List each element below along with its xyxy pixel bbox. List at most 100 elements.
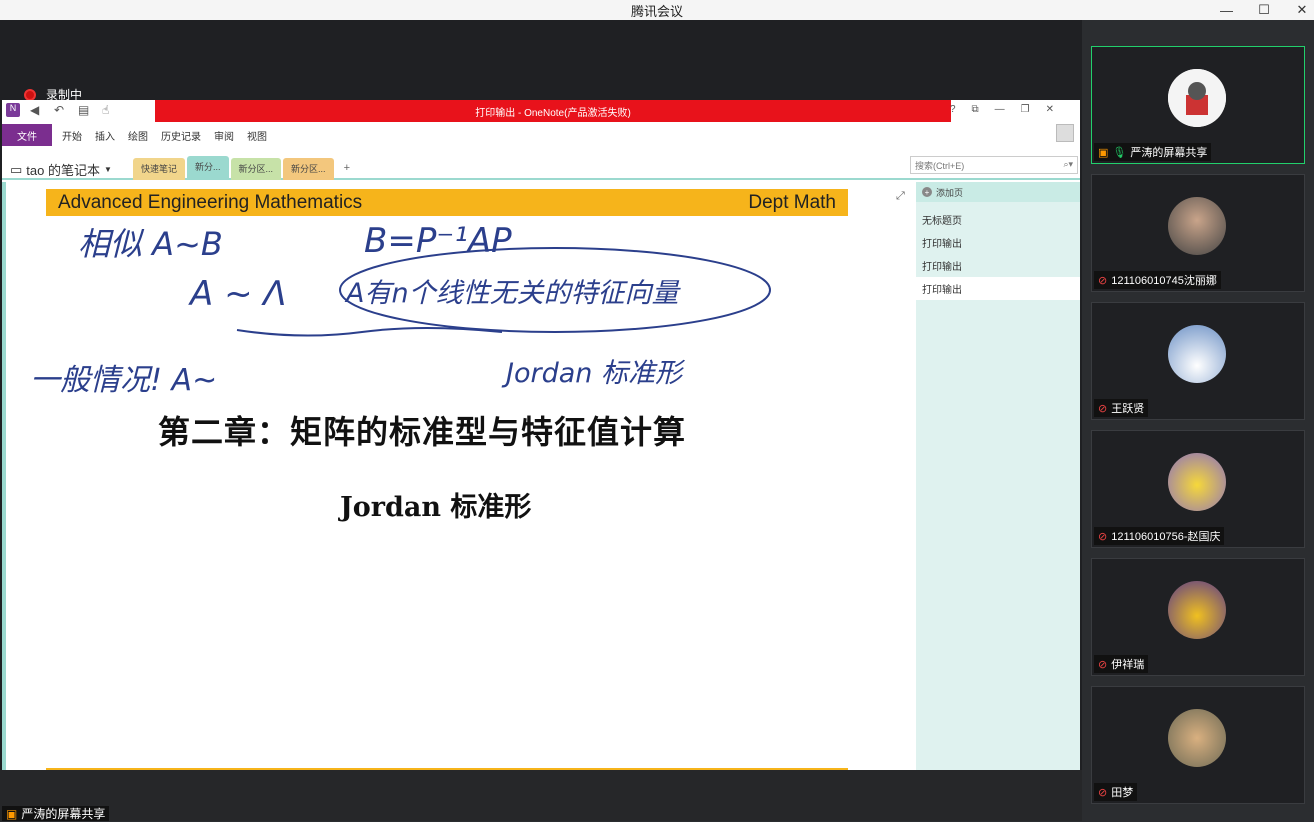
notebook-name: tao 的笔记本 — [26, 163, 100, 178]
mic-muted-icon: ⊘ — [1098, 786, 1108, 799]
page-item[interactable]: 无标题页 — [916, 208, 1080, 231]
tab-file[interactable]: 文件 — [2, 124, 52, 146]
onenote-close-icon[interactable]: ✕ — [1046, 104, 1054, 115]
ink-line1a: 相似 A~B — [78, 225, 223, 263]
search-input[interactable]: 搜索(Ctrl+E) ⌕▾ — [910, 156, 1078, 174]
onenote-window-controls: ? ⧉ — ❐ ✕ — [950, 104, 1054, 115]
maximize-icon[interactable]: ☐ — [1258, 2, 1270, 18]
tab-history[interactable]: 历史记录 — [161, 128, 201, 143]
share-owner-name: 严涛的屏幕共享 — [21, 807, 106, 821]
expand-icon[interactable]: ⤢ — [896, 190, 905, 203]
user-avatar-icon[interactable] — [1056, 124, 1074, 142]
notebook-icon: ▭ — [10, 161, 23, 177]
add-section-button[interactable]: + — [336, 158, 358, 180]
avatar — [1168, 325, 1226, 383]
participant-tile[interactable]: ⊘ 121106010756-赵国庆 — [1091, 430, 1305, 548]
page-item[interactable]: 打印输出 — [916, 254, 1080, 277]
tab-view[interactable]: 视图 — [247, 128, 267, 143]
section-subtitle: Jordan 标准形 — [340, 492, 532, 523]
participant-tile[interactable]: ⊘ 121106010745沈丽娜 — [1091, 174, 1305, 292]
participant-label: ⊘ 王跃贤 — [1094, 399, 1149, 417]
section-tab[interactable]: 新分区... — [230, 158, 282, 180]
page-item-selected[interactable]: 打印输出 — [916, 277, 1080, 300]
mic-muted-icon: ⊘ — [1098, 658, 1108, 671]
section-tab-active[interactable]: 新分... — [187, 156, 229, 180]
ink-line2a: A ~ Λ — [188, 274, 287, 314]
add-page-button[interactable]: + 添加页 — [916, 182, 1080, 202]
dock-icon[interactable]: ▤ — [78, 103, 92, 117]
plus-icon: + — [922, 187, 932, 197]
participant-name: 121106010745沈丽娜 — [1111, 275, 1217, 287]
notebook-selector[interactable]: ▭ tao 的笔记本 ▼ — [10, 160, 112, 179]
mic-muted-icon: ⊘ — [1098, 530, 1108, 543]
handwriting-layer: 相似 A~B B=P⁻¹AP A ~ Λ A有n个线性无关的特征向量 一般情况!… — [30, 221, 771, 398]
notebook-bar: ▭ tao 的笔记本 ▼ 快速笔记 新分... 新分区... 新分区... + … — [2, 152, 1080, 180]
help-icon[interactable]: ? — [950, 104, 956, 115]
search-icon: ⌕▾ — [1063, 159, 1073, 169]
participant-name: 伊祥瑞 — [1111, 659, 1145, 671]
shared-screen: 录制中 N ◀ ↶ ▤ ☝ 打印输出 - OneNote(产品激活失败) ? ⧉… — [0, 20, 1082, 821]
share-owner-label: ▣ 严涛的屏幕共享 — [2, 806, 110, 821]
participant-label: ⊘ 伊祥瑞 — [1094, 655, 1149, 673]
fullscreen-icon[interactable]: ⧉ — [972, 104, 979, 115]
record-icon — [24, 88, 36, 101]
bottom-strip — [0, 770, 1082, 821]
ink-line2b: A有n个线性无关的特征向量 — [344, 278, 682, 309]
screen-share-icon: ▣ — [6, 806, 18, 821]
ink-line3b: Jordan 标准形 — [501, 358, 686, 389]
participant-tile[interactable]: ⊘ 王跃贤 — [1091, 302, 1305, 420]
touch-mode-icon[interactable]: ☝ — [102, 103, 116, 117]
participant-name: 田梦 — [1111, 787, 1134, 799]
participant-name: 王跃贤 — [1111, 403, 1145, 415]
page-list-panel: + 添加页 无标题页 打印输出 打印输出 打印输出 — [916, 182, 1080, 776]
avatar — [1168, 453, 1226, 511]
participant-tile[interactable]: ▣ 🎙 严涛的屏幕共享 — [1091, 46, 1305, 164]
minimize-icon[interactable]: — — [1220, 3, 1233, 18]
participant-label: ⊘ 121106010745沈丽娜 — [1094, 271, 1221, 289]
mic-muted-icon: ⊘ — [1098, 402, 1108, 415]
participant-tile[interactable]: ⊘ 田梦 — [1091, 686, 1305, 804]
onenote-logo-icon: N — [6, 103, 20, 117]
tab-draw[interactable]: 绘图 — [128, 128, 148, 143]
search-placeholder: 搜索(Ctrl+E) — [915, 161, 965, 171]
participant-label: ▣ 🎙 严涛的屏幕共享 — [1094, 143, 1212, 161]
quick-access-toolbar: N ◀ ↶ ▤ ☝ — [6, 103, 116, 117]
participant-name: 严涛的屏幕共享 — [1130, 147, 1208, 159]
screen-share-icon: ▣ — [1098, 146, 1109, 159]
chevron-down-icon: ▼ — [103, 165, 112, 174]
participant-tile[interactable]: ⊘ 伊祥瑞 — [1091, 558, 1305, 676]
onenote-minimize-icon[interactable]: — — [995, 104, 1005, 115]
onenote-window: N ◀ ↶ ▤ ☝ 打印输出 - OneNote(产品激活失败) ? ⧉ — ❐… — [2, 100, 1080, 790]
avatar — [1168, 197, 1226, 255]
participant-label: ⊘ 田梦 — [1094, 783, 1138, 801]
back-icon[interactable]: ◀ — [30, 103, 44, 117]
tab-home[interactable]: 开始 — [62, 128, 82, 143]
participant-name: 121106010756-赵国庆 — [1111, 531, 1221, 543]
tab-insert[interactable]: 插入 — [95, 128, 115, 143]
add-page-label: 添加页 — [936, 187, 964, 198]
page-canvas[interactable]: Advanced Engineering Mathematics Dept Ma… — [2, 182, 892, 776]
mic-on-icon: 🎙 — [1112, 146, 1127, 159]
close-icon[interactable]: ✕ — [1296, 2, 1308, 18]
app-title: 腾讯会议 — [630, 3, 683, 19]
onenote-title: 打印输出 - OneNote(产品激活失败) — [155, 100, 951, 122]
section-tab-quick-notes[interactable]: 快速笔记 — [133, 158, 186, 180]
ink-line3a: 一般情况! A~ — [30, 363, 217, 398]
onenote-restore-icon[interactable]: ❐ — [1021, 104, 1030, 115]
ink-underline — [236, 327, 503, 337]
section-tab[interactable]: 新分区... — [283, 158, 334, 180]
undo-icon[interactable]: ↶ — [54, 103, 68, 117]
participant-label: ⊘ 121106010756-赵国庆 — [1094, 527, 1225, 545]
avatar — [1168, 709, 1226, 767]
onenote-title-bar: N ◀ ↶ ▤ ☝ 打印输出 - OneNote(产品激活失败) ? ⧉ — ❐… — [2, 100, 1080, 122]
vertical-scrollbar[interactable] — [892, 182, 916, 776]
ribbon-tabs: 文件 开始 插入 绘图 历史记录 审阅 视图 — [2, 122, 1080, 148]
tab-review[interactable]: 审阅 — [214, 128, 234, 143]
participants-panel: ▣ 🎙 严涛的屏幕共享 ⊘ 121106010745沈丽娜 ⊘ 王跃贤 ⊘ 12… — [1082, 20, 1314, 821]
page-item[interactable]: 打印输出 — [916, 231, 1080, 254]
avatar — [1168, 581, 1226, 639]
chapter-title: 第二章：矩阵的标准型与特征值计算 — [158, 413, 687, 451]
app-title-bar: 腾讯会议 — ☐ ✕ — [0, 0, 1314, 20]
section-tabs: 快速笔记 新分... 新分区... 新分区... + — [133, 156, 358, 180]
mic-muted-icon: ⊘ — [1098, 274, 1108, 287]
